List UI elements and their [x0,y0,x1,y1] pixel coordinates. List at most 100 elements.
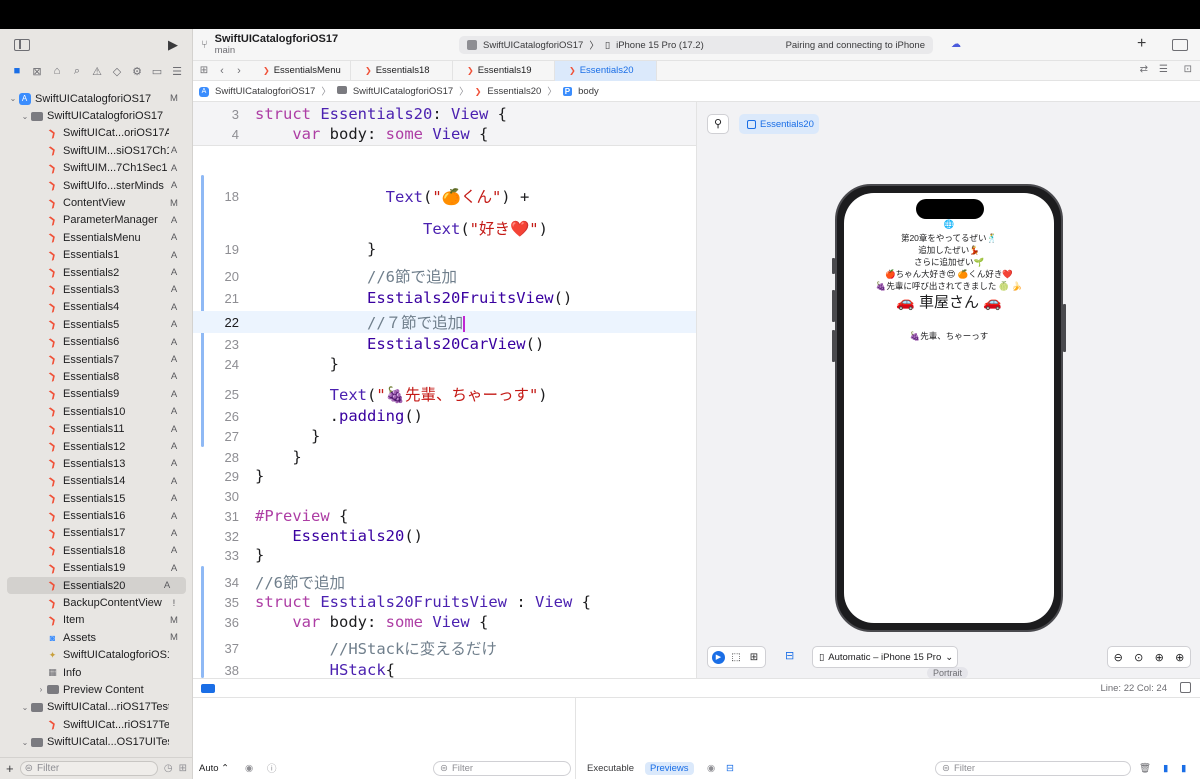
device-selector[interactable]: ▯ Automatic – iPhone 15 Pro ⌄ [812,646,958,668]
navigator-item[interactable]: ❯ Essentials11 A [0,420,192,437]
navigator-item[interactable]: ❯ SwiftUICat...riOS17Tests [0,716,192,733]
debug-icon[interactable]: ⚙ [130,65,144,78]
navigator-item[interactable]: ✦ SwiftUICatalogforiOS17 [0,647,192,664]
code-line[interactable]: 29} [193,466,696,486]
code-line[interactable]: 38 HStack{ [193,660,696,678]
navigator-item[interactable]: ❯ Essentials5 A [0,316,192,333]
navigator-item[interactable]: ❯ EssentialsMenu A [0,229,192,246]
grid-icon[interactable]: ⊞ [193,65,215,76]
code-line[interactable]: 24 } [193,354,696,374]
navigator-item-selected[interactable]: ❯ Essentials20 A [7,576,186,595]
code-line[interactable]: 33} [193,545,696,565]
back-icon[interactable]: ‹ [215,65,229,77]
console-filter-input[interactable]: ⊜ Filter [935,760,1131,776]
device-name[interactable]: iPhone 15 Pro (17.2) [616,40,704,51]
code-line[interactable]: 37 //HStackに変えるだけ [193,638,696,658]
scheme-selector[interactable]: SwiftUICatalogforiOS17 〉 ▯ iPhone 15 Pro… [459,36,933,54]
navigator-item[interactable]: ❯ Essentials1 A [0,247,192,264]
eye-icon[interactable]: ◉ [245,763,253,774]
info-icon[interactable]: ⓘ [267,761,277,775]
navigator-item[interactable]: ❯ Essentials6 A [0,333,192,350]
zoom-actual-icon[interactable]: ⊙ [1134,651,1143,664]
navigator-item[interactable]: ❯ Essentials13 A [0,455,192,472]
navigator-item[interactable]: ◙ Assets M [0,629,192,646]
navigator-item[interactable]: ❯ Essentials18 A [0,542,192,559]
navigator-item[interactable]: ⌄ SwiftUICatal...riOS17Tests [0,699,192,716]
split-editor-icon[interactable]: ⇄ [1140,64,1148,75]
warning-icon[interactable]: ⚠ [90,65,104,78]
source-control-icon[interactable]: ⊠ [30,65,44,78]
pin-icon[interactable]: ⚲ [707,114,729,134]
code-line[interactable]: 25 Text("🍇先輩、ちゃーっす") [193,384,696,404]
navigator-item[interactable]: ❯ BackupContentView! [0,594,192,611]
navigator-item[interactable]: ❯ Essentials19 A [0,560,192,577]
left-panel-icon[interactable]: ▮ [1163,763,1168,774]
code-line[interactable]: 4 var body: some View { [193,124,696,144]
sidebar-toggle-icon[interactable] [14,39,30,51]
code-line[interactable]: 3 struct Essentials20: View { [193,104,696,124]
navigator-item[interactable]: › Preview Content [0,681,192,698]
code-line[interactable]: 27 } [193,426,696,446]
right-panel-icon[interactable]: ▮ [1181,763,1186,774]
debug-area-toggle-icon[interactable] [201,684,215,693]
navigator-item[interactable]: ❯ Essentials9 A [0,386,192,403]
run-button-icon[interactable]: ▶ [168,37,178,53]
disclosure-icon[interactable]: ⌄ [8,94,18,103]
forward-icon[interactable]: › [229,65,249,77]
breadcrumb-item[interactable]: Essentials20 [487,86,541,97]
code-line[interactable]: 18 Text("🍊くん") + [193,186,696,206]
add-tab-icon[interactable]: + [1137,35,1146,53]
editor-options-icon[interactable]: ☰ [1159,64,1168,75]
navigator-item[interactable]: ⌄ A SwiftUICatalogforiOS17 M [0,90,192,107]
zoom-in-icon[interactable]: ⊕ [1175,651,1184,664]
console-settings-icon[interactable]: ⊟ [726,763,734,774]
code-line[interactable]: 35 struct Esstials20FruitsView : View { [193,592,696,612]
disclosure-icon[interactable]: ⌄ [20,112,30,121]
navigator-item[interactable]: ⌄ SwiftUICatalogforiOS17 [0,107,192,124]
navigator-item[interactable]: ▦ Info [0,664,192,681]
navigator-item[interactable]: ❯ Essentials10 A [0,403,192,420]
editor-tab[interactable]: ❯ Essentials19 [453,60,555,81]
zoom-out-icon[interactable]: ⊖ [1114,651,1123,664]
navigator-item[interactable]: ❯ SwiftUIM...siOS17Ch1 A [0,142,192,159]
navigator-item[interactable]: ❯ Essentials3 A [0,281,192,298]
navigator-item[interactable]: ❯ ParameterManager A [0,212,192,229]
navigator-item[interactable]: ❯ Essentials8 A [0,368,192,385]
auto-selector[interactable]: Auto ⌃ [199,763,229,774]
editor-tab[interactable]: ❯ EssentialsMenu [249,60,351,81]
code-line[interactable]: 34 //6節で追加 [193,572,696,592]
report-icon[interactable]: ☰ [170,65,184,78]
scm-filter-icon[interactable]: ⊞ [179,763,187,774]
disclosure-icon[interactable]: › [36,685,46,694]
trash-icon[interactable]: 🗑 [1139,763,1151,774]
variables-filter-input[interactable]: ⊜ Filter [433,760,571,776]
select-mode-icon[interactable]: ⬚ [729,652,743,663]
folder-navigator-icon[interactable]: ■ [10,65,24,77]
navigator-item[interactable]: ❯ SwiftUIfo...sterMinds A [0,177,192,194]
code-line[interactable]: 22 //７節で追加 [193,312,696,332]
layout-toggle-icon[interactable] [1180,682,1191,693]
code-line[interactable]: 23 Esstials20CarView() [193,334,696,354]
preview-chip[interactable]: Essentials20 [739,114,819,134]
test-icon[interactable]: ◇ [110,65,124,78]
navigator-item[interactable]: ❯ SwiftUIM...7Ch1Sec1 A [0,160,192,177]
recent-filter-icon[interactable]: ◷ [164,763,173,774]
breadcrumb-item[interactable]: body [578,86,599,97]
navigator-item[interactable]: ❯ Essentials17 A [0,525,192,542]
previews-tab[interactable]: Previews [645,761,694,775]
navigator-item[interactable]: ❯ Essentials2 A [0,264,192,281]
code-line[interactable]: 20 //6節で追加 [193,266,696,286]
project-branch[interactable]: ⑂ SwiftUICatalogforiOS17 main [201,33,338,56]
code-line[interactable]: 21 Esstials20FruitsView() [193,288,696,308]
executable-tab[interactable]: Executable [587,763,634,774]
navigator-item[interactable]: ❯ Essentials4 A [0,299,192,316]
bookmark-icon[interactable]: ⌂ [50,65,64,77]
editor-tab[interactable]: ❯ Essentials18 [351,60,453,81]
navigator-item[interactable]: ❯ ContentView M [0,194,192,211]
code-editor[interactable]: 18 Text("🍊くん") + Text("好き❤️") 19 } 20 //6節… [193,102,697,678]
navigator-item[interactable]: ❯ SwiftUICat...oriOS17App [0,125,192,142]
breakpoint-icon[interactable]: ▭ [150,65,164,78]
code-line[interactable]: 30 [193,486,696,506]
add-icon[interactable]: + [6,761,14,776]
navigator-item[interactable]: ⌄ SwiftUICatal...OS17UITests [0,733,192,750]
